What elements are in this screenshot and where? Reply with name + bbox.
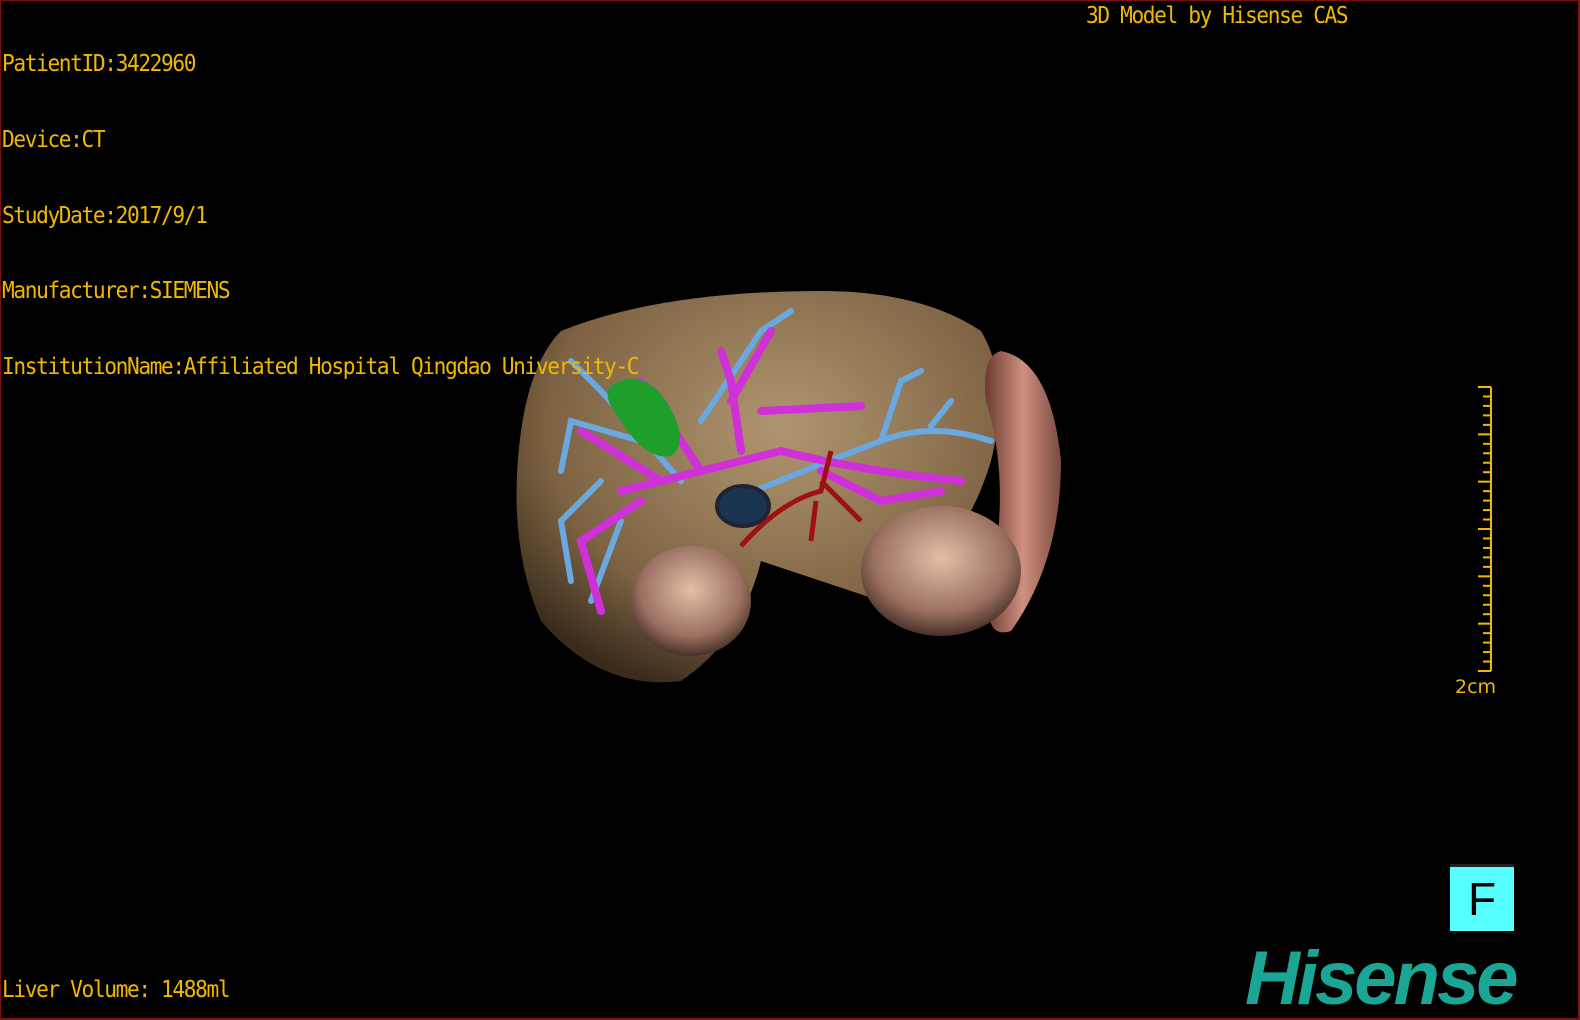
inferior-vena-cava [715,484,771,528]
kidney-right [861,506,1021,636]
scale-bar-label: 2cm [1455,676,1497,698]
hisense-logo: Hisense [1245,936,1518,1020]
institution-name: InstitutionName:Affiliated Hospital Qing… [2,353,640,380]
study-date: StudyDate:2017/9/1 [2,202,208,229]
model-credit: 3D Model by Hisense CAS [1086,3,1349,29]
kidney-left [631,546,751,656]
device: Device:CT [2,127,106,153]
patient-info-overlay: PatientID:3422960 Device:CT StudyDate:20… [2,2,640,430]
orientation-indicator[interactable]: F [1450,864,1514,931]
3d-viewport[interactable]: PatientID:3422960 Device:CT StudyDate:20… [0,0,1580,1020]
liver-volume: Liver Volume: 1488ml [2,977,231,1003]
manufacturer: Manufacturer:SIEMENS [2,278,231,305]
scale-bar [1478,386,1492,672]
patient-id: PatientID:3422960 [2,51,196,78]
